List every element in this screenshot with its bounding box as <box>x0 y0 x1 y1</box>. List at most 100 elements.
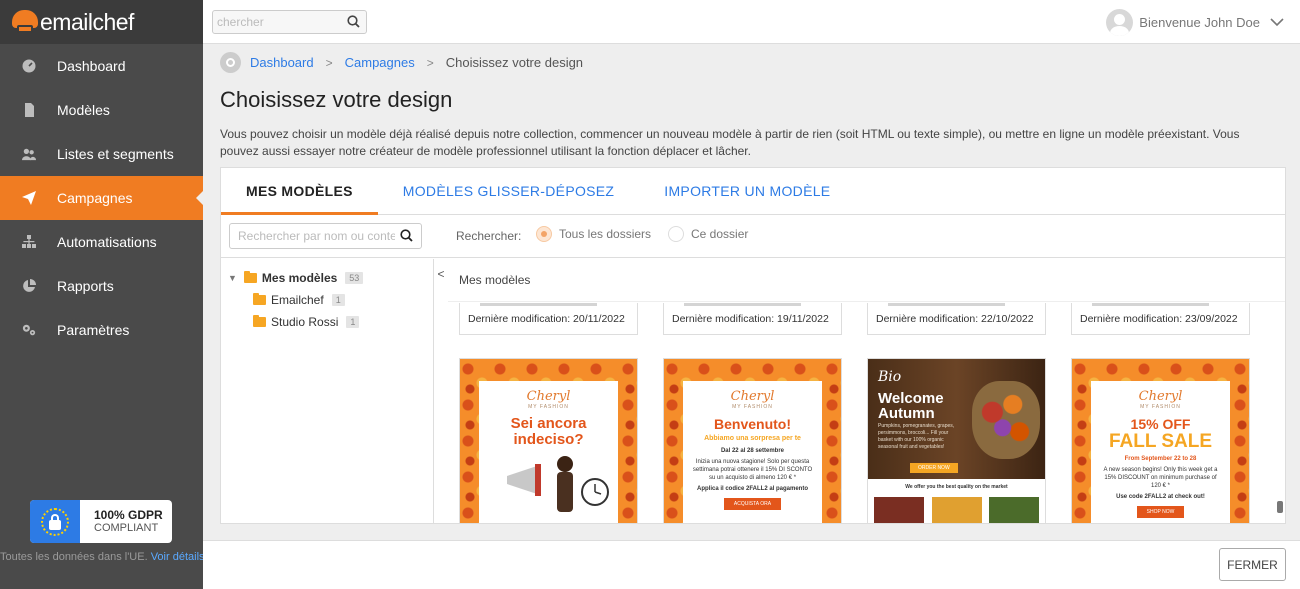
thumb-cta: SHOP NOW <box>1136 506 1185 518</box>
thumb-code: Use code 2FALL2 at check out! <box>1116 494 1205 500</box>
tree-folder-studio-rossi[interactable]: Studio Rossi 1 <box>253 315 360 329</box>
sidebar-item-label: Dashboard <box>57 58 126 74</box>
radio-dot <box>668 226 684 242</box>
gears-icon <box>0 323 57 337</box>
sidebar-item-rapports[interactable]: Rapports <box>0 264 203 308</box>
tab-mes-modeles[interactable]: MES MODÈLES <box>221 168 378 215</box>
avatar <box>1106 9 1134 36</box>
template-panel: MES MODÈLES MODÈLES GLISSER-DÉPOSEZ IMPO… <box>220 167 1286 524</box>
brand-logo: Cheryl <box>526 389 571 404</box>
brand-logo: Cheryl <box>730 389 775 404</box>
tree-root-label: Mes modèles <box>261 271 338 285</box>
radio-dot <box>536 226 552 242</box>
megaphone-woman-image <box>479 454 618 523</box>
tree-root[interactable]: ▼ Mes modèles 53 <box>228 271 364 285</box>
users-icon <box>0 147 57 161</box>
sidebar-item-label: Rapports <box>57 278 114 294</box>
search-icon[interactable] <box>347 15 360 31</box>
template-search-input[interactable] <box>230 224 395 248</box>
dashboard-icon[interactable] <box>220 52 241 73</box>
sidebar-item-label: Listes et segments <box>57 146 174 162</box>
breadcrumb-current: Choisissez votre design <box>445 55 584 70</box>
eu-details-link[interactable]: Voir détails <box>151 551 205 563</box>
radio-this-folder[interactable]: Ce dossier <box>668 226 748 242</box>
product-images <box>874 497 1039 523</box>
global-search-input[interactable] <box>213 11 333 33</box>
page-title: Choisissez votre design <box>220 87 453 112</box>
content-heading: Mes modèles <box>459 273 531 287</box>
sidebar-item-listes[interactable]: Listes et segments <box>0 132 203 176</box>
folder-tree: ▼ Mes modèles 53 Emailchef 1 Studio Ross… <box>221 259 434 523</box>
template-card-meta[interactable]: Dernière modification: 22/10/2022 <box>867 303 1046 335</box>
tree-folder-emailchef[interactable]: Emailchef 1 <box>253 293 345 307</box>
filter-bar: Rechercher: Tous les dossiers Ce dossier <box>221 215 1285 258</box>
tab-importer-modele[interactable]: IMPORTER UN MODÈLE <box>639 168 855 214</box>
template-thumbnail-3[interactable]: Bio Welcome Autumn Pumpkins, pomegranate… <box>867 358 1046 524</box>
chevron-down-icon <box>1270 15 1284 30</box>
tabs: MES MODÈLES MODÈLES GLISSER-DÉPOSEZ IMPO… <box>221 168 1285 215</box>
brand-logo: Bio <box>878 369 902 385</box>
folder-open-icon <box>243 271 257 283</box>
logo[interactable]: emailchef <box>0 0 203 44</box>
tab-modeles-glisser-deposez[interactable]: MODÈLES GLISSER-DÉPOSEZ <box>378 168 640 214</box>
close-button[interactable]: FERMER <box>1219 548 1286 581</box>
template-card-meta[interactable]: Dernière modification: 19/11/2022 <box>663 303 842 335</box>
sidebar-item-label: Modèles <box>57 102 110 118</box>
sidebar-item-automatisations[interactable]: Automatisations <box>0 220 203 264</box>
scrollbar[interactable] <box>1277 303 1283 523</box>
thumb-title: Welcome Autumn <box>878 390 944 422</box>
chef-hat-icon <box>12 10 38 34</box>
template-thumbnail-4[interactable]: Cheryl MY FASHION 15% OFF FALL SALE From… <box>1071 358 1250 524</box>
panel-body: ▼ Mes modèles 53 Emailchef 1 Studio Ross… <box>221 259 1285 524</box>
sidebar: emailchef Dashboard Modèles Listes et se… <box>0 0 205 589</box>
thumb-dates: From September 22 to 28 <box>1124 456 1197 462</box>
caret-down-icon[interactable]: ▼ <box>228 273 237 283</box>
breadcrumb-campagnes[interactable]: Campagnes <box>345 55 415 70</box>
user-menu[interactable]: Bienvenue John Doe <box>1106 9 1284 36</box>
radio-all-folders[interactable]: Tous les dossiers <box>536 226 651 242</box>
eu-data-note: Toutes les données dans l'UE. Voir détai… <box>0 551 205 563</box>
thumb-title: Sei ancora indeciso? <box>510 415 587 448</box>
tree-folder-label: Studio Rossi <box>271 315 339 329</box>
sitemap-icon <box>0 235 57 249</box>
sidebar-item-campagnes[interactable]: Campagnes <box>0 176 203 220</box>
welcome-text: Bienvenue John Doe <box>1139 15 1260 30</box>
thumb-cta: ORDER NOW <box>910 463 958 473</box>
sidebar-item-label: Automatisations <box>57 234 157 250</box>
sidebar-item-modeles[interactable]: Modèles <box>0 88 203 132</box>
template-thumbnail-1[interactable]: Cheryl MY FASHION Sei ancora indeciso? <box>459 358 638 524</box>
brand-sub: MY FASHION <box>732 404 773 410</box>
chevron-right-icon: > <box>426 55 434 70</box>
sidebar-item-parametres[interactable]: Paramètres <box>0 308 203 352</box>
sidebar-item-dashboard[interactable]: Dashboard <box>0 44 203 88</box>
breadcrumb-dashboard[interactable]: Dashboard <box>250 55 314 70</box>
thumb-body: Inizia una nuova stagione! Solo per ques… <box>692 459 813 481</box>
gdpr-badge: 100% GDPR COMPLIANT <box>30 500 172 543</box>
eu-lock-icon <box>30 500 80 543</box>
template-thumbnail-2[interactable]: Cheryl MY FASHION Benvenuto! Abbiamo una… <box>663 358 842 524</box>
thumb-title: 15% OFF <box>1130 416 1191 432</box>
gdpr-line2: COMPLIANT <box>94 521 159 534</box>
template-card-meta[interactable]: Dernière modification: 23/09/2022 <box>1071 303 1250 335</box>
thumb-subtitle: Abbiamo una sorpresa per te <box>704 435 801 442</box>
brand-logo: Cheryl <box>1138 389 1183 404</box>
search-icon[interactable] <box>400 229 413 245</box>
folder-count: 53 <box>345 272 364 284</box>
scrollbar-thumb[interactable] <box>1277 501 1283 513</box>
logo-text: emailchef <box>40 8 134 35</box>
brand-sub: MY FASHION <box>1140 404 1181 410</box>
topbar: Bienvenue John Doe <box>203 0 1300 44</box>
folder-count: 1 <box>346 316 360 328</box>
template-card-meta[interactable]: Dernière modification: 20/11/2022 <box>459 303 638 335</box>
thumb-body: Pumpkins, pomegranates, grapes, persimmo… <box>878 423 955 450</box>
paper-plane-icon <box>0 191 57 205</box>
eu-note-text: Toutes les données dans l'UE. <box>0 551 148 563</box>
collapse-tree-button[interactable]: < <box>434 259 448 289</box>
folder-icon <box>253 293 266 305</box>
gdpr-line1: 100% GDPR <box>94 507 163 522</box>
sidebar-item-label: Campagnes <box>57 190 133 206</box>
thumb-dates: Dal 22 al 28 settembre <box>720 448 785 454</box>
search-scope-label: Rechercher: <box>456 229 522 243</box>
thumb-sub: We offer you the best quality on the mar… <box>905 484 1008 490</box>
thumb-big-text: FALL SALE <box>1108 431 1213 452</box>
